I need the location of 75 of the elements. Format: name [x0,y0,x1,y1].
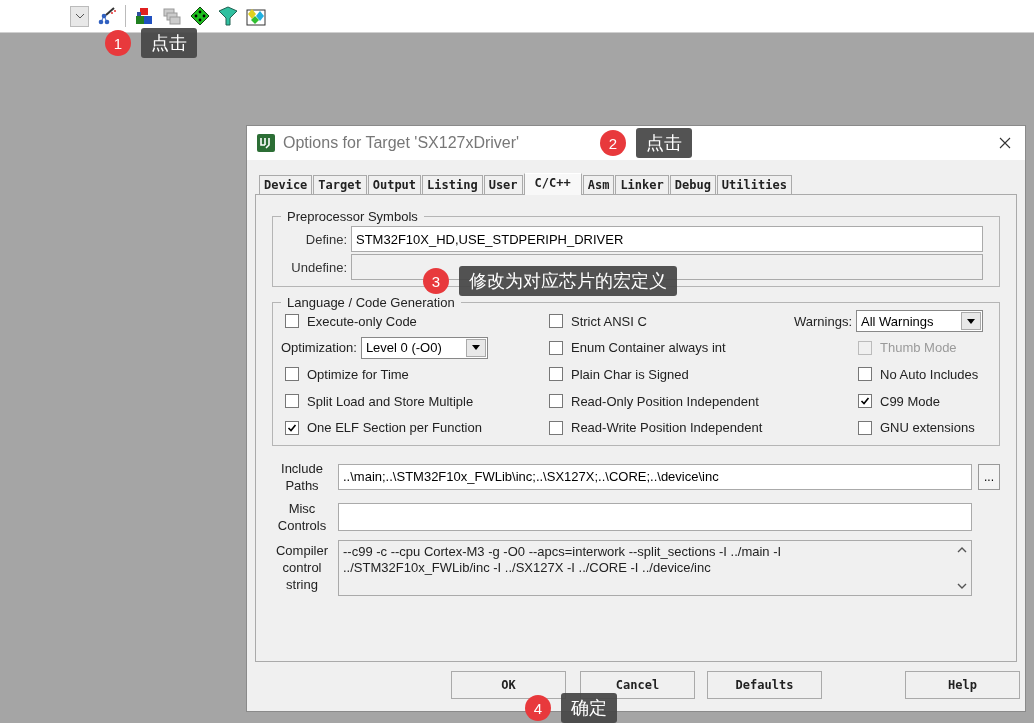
tab[interactable]: Device [259,175,313,194]
blocks-icon[interactable] [134,6,154,26]
step-number-badge: 1 [105,30,131,56]
checkbox[interactable] [549,314,563,329]
checkbox[interactable] [549,340,563,355]
checkbox-label: Optimize for Time [307,367,409,382]
callout-tooltip: 点击 [141,28,197,58]
app-icon [257,134,275,152]
checkbox-label: C99 Mode [880,393,940,409]
tab[interactable]: Asm [582,175,615,194]
windows-icon[interactable] [162,6,182,26]
checkbox[interactable] [285,420,299,435]
checkbox-label: No Auto Includes [880,367,979,382]
checkbox[interactable] [549,394,563,409]
dialog-button[interactable]: OK [451,671,566,699]
tab[interactable]: Utilities [716,175,792,194]
close-icon[interactable] [999,137,1011,149]
checkbox[interactable] [285,314,299,329]
checkbox-label: Read-Only Position Independent [571,393,759,409]
scroll-up-icon[interactable] [957,546,967,553]
browse-button[interactable]: ... [978,463,1000,490]
checkbox-label: Strict ANSI C [571,313,647,329]
checkbox-label: Enum Container always int [571,340,726,356]
dialog-title: Options for Target 'SX127xDriver' [283,134,520,152]
checkbox[interactable] [285,394,299,409]
diamond-icon[interactable] [190,6,210,26]
dialog-button[interactable]: Cancel [580,671,695,699]
tab[interactable]: C/C++ [523,173,582,195]
tab[interactable]: Linker [615,175,669,194]
checkbox-label: One ELF Section per Function [307,420,482,436]
magic-wand-icon[interactable] [97,6,117,26]
field-label: Include Paths [280,459,324,494]
tab[interactable]: Output [367,175,422,194]
checkbox-label: Execute-only Code [307,313,417,329]
tab[interactable]: Target [313,175,367,194]
tab[interactable]: User [483,175,523,194]
checkbox[interactable] [858,367,872,382]
dropdown[interactable]: All Warnings [856,310,983,333]
misc-controls-field[interactable] [338,502,972,531]
checkbox-label: Plain Char is Signed [571,367,689,382]
define-field[interactable]: STM32F10X_HD,USE_STDPERIPH_DRIVER [351,226,983,252]
caret-icon [967,318,975,324]
funnel-icon[interactable] [218,6,238,26]
checkbox[interactable] [858,394,872,409]
field-label: Compiler control string [275,542,329,594]
field-label: Define: [304,231,347,247]
caret-icon [74,13,85,19]
checkbox-label: Split Load and Store Multiple [307,393,474,409]
callout-tooltip: 确定 [561,693,617,723]
checkbox-label: Read-Write Position Independent [571,420,763,436]
step-number-badge: 4 [525,695,551,721]
checkbox[interactable] [285,367,299,382]
checkbox[interactable] [549,367,563,382]
dialog-button[interactable]: Help [905,671,1020,699]
group-title: Preprocessor Symbols [286,209,419,224]
dropdown-label: Optimization: [281,340,357,356]
compiler-string-field: --c99 -c --cpu Cortex-M3 -g -O0 --apcs=interwork --split_sections -I ../main -I ../STM32F10x_FWLib/inc -I ../SX127X -I ../CORE -I ../device/inc [338,539,972,596]
field-label: Misc Controls [276,499,328,534]
callout-tooltip: 点击 [636,128,692,158]
scroll-down-icon[interactable] [957,582,967,589]
checkbox-label: Thumb Mode [880,340,957,356]
group-title: Language / Code Generation [286,295,456,310]
include-paths-field[interactable]: ..\main;..\STM32F10x_FWLib\inc;..\SX127X;..\CORE;..\device\inc [338,463,972,490]
dialog-button[interactable]: Defaults [707,671,822,699]
dropdown-label: Warnings: [793,313,852,329]
checkbox-label: GNU extensions [880,420,975,436]
checkbox[interactable] [549,420,563,435]
callout-tooltip: 修改为对应芯片的宏定义 [459,266,677,296]
dropdown[interactable]: Level 0 (-O0) [360,336,488,359]
tab[interactable]: Debug [669,175,716,194]
checkbox[interactable] [858,420,872,435]
field-label: Undefine: [290,259,347,275]
caret-icon [471,345,480,351]
diamonds-icon[interactable] [246,6,266,26]
tab[interactable]: Listing [422,175,483,194]
